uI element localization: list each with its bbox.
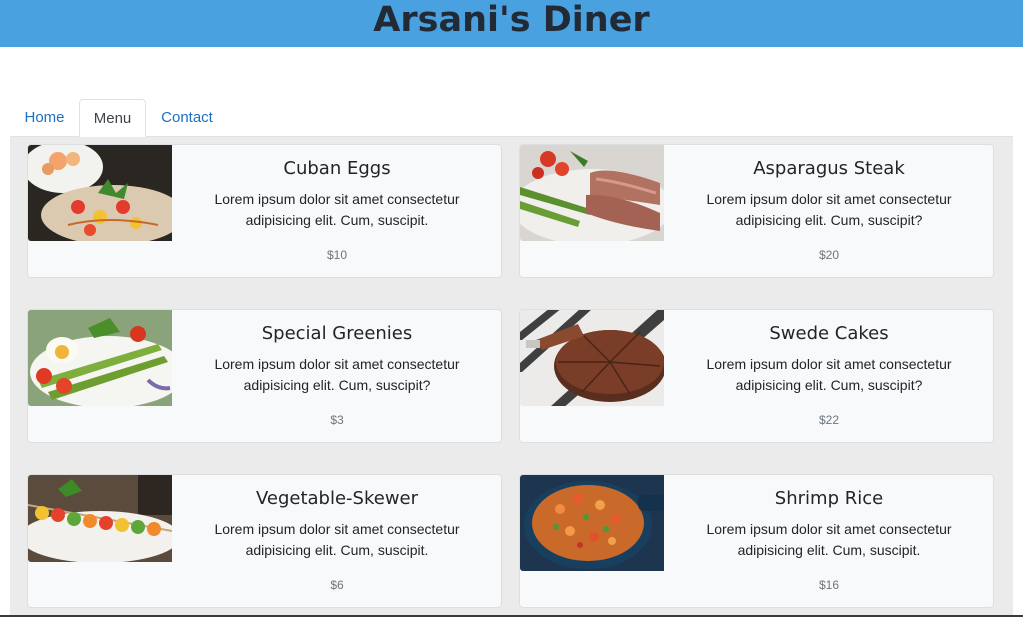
menu-item-description: Lorem ipsum dolor sit amet consectetur a…: [214, 356, 460, 393]
shrimp-rice-pan-image: [520, 475, 664, 571]
menu-item-price: $3: [330, 413, 344, 427]
asparagus-egg-salad-image: [28, 310, 172, 406]
menu-card-special-greenies[interactable]: Special Greenies Lorem ipsum dolor sit a…: [27, 309, 502, 443]
menu-card-swede-cakes[interactable]: Swede Cakes Lorem ipsum dolor sit amet c…: [519, 309, 994, 443]
salad-bowl-image: [28, 145, 172, 241]
menu-panel: Cuban Eggs Lorem ipsum dolor sit amet co…: [10, 137, 1013, 617]
menu-item-description: Lorem ipsum dolor sit amet consectetur a…: [214, 521, 460, 558]
menu-item-name: Special Greenies: [261, 323, 413, 344]
menu-card-vegetable-skewer[interactable]: Vegetable-Skewer Lorem ipsum dolor sit a…: [27, 474, 502, 608]
menu-item-name: Vegetable-Skewer: [255, 488, 419, 509]
menu-item-price: $20: [818, 248, 840, 262]
menu-item-description: Lorem ipsum dolor sit amet consectetur a…: [706, 521, 952, 558]
menu-item-name: Asparagus Steak: [753, 158, 905, 179]
menu-item-price: $6: [330, 578, 344, 592]
chocolate-cake-image: [520, 310, 664, 406]
menu-item-description: Lorem ipsum dolor sit amet consectetur a…: [706, 356, 952, 393]
menu-card-asparagus-steak[interactable]: Asparagus Steak Lorem ipsum dolor sit am…: [519, 144, 994, 278]
tab-home[interactable]: Home: [10, 99, 79, 135]
site-title: Arsani's Diner: [373, 0, 650, 40]
menu-item-name: Cuban Eggs: [283, 158, 391, 179]
menu-item-description: Lorem ipsum dolor sit amet consectetur a…: [706, 191, 952, 228]
menu-item-price: $16: [818, 578, 840, 592]
site-header: Arsani's Diner: [0, 0, 1023, 47]
menu-item-description: Lorem ipsum dolor sit amet consectetur a…: [214, 191, 460, 228]
menu-item-price: $10: [326, 248, 348, 262]
tab-menu[interactable]: Menu: [79, 99, 146, 137]
vegetable-skewer-image: [28, 475, 172, 562]
menu-item-name: Shrimp Rice: [774, 488, 884, 509]
menu-item-name: Swede Cakes: [769, 323, 889, 344]
tab-contact[interactable]: Contact: [152, 99, 222, 135]
steak-asparagus-image: [520, 145, 664, 241]
nav-tabs: Home Menu Contact: [10, 99, 1013, 137]
menu-card-cuban-eggs[interactable]: Cuban Eggs Lorem ipsum dolor sit amet co…: [27, 144, 502, 278]
menu-item-price: $22: [818, 413, 840, 427]
menu-card-shrimp-rice[interactable]: Shrimp Rice Lorem ipsum dolor sit amet c…: [519, 474, 994, 608]
